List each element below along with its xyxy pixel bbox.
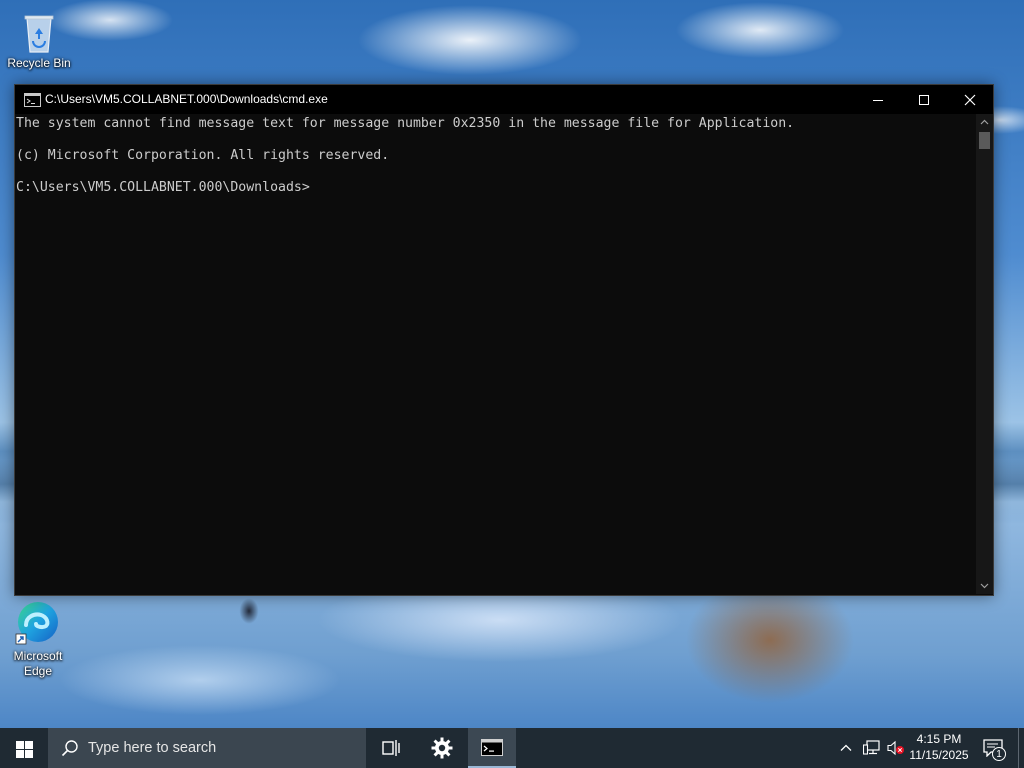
wallpaper-figure: [236, 594, 262, 628]
cmd-taskbar-button[interactable]: [468, 728, 516, 768]
network-tray-button[interactable]: [859, 728, 883, 768]
desktop-icon-recycle-bin[interactable]: Recycle Bin: [3, 6, 75, 71]
task-view-icon: [382, 740, 400, 756]
edge-label: Microsoft Edge: [13, 649, 63, 678]
windows-logo-icon: [16, 741, 33, 758]
console-line: (c) Microsoft Corporation. All rights re…: [16, 148, 390, 163]
cmd-window[interactable]: C:\Users\VM5.COLLABNET.000\Downloads\cmd…: [14, 84, 994, 596]
start-button[interactable]: [0, 728, 48, 768]
window-title: C:\Users\VM5.COLLABNET.000\Downloads\cmd…: [45, 92, 328, 106]
chevron-up-icon: [840, 744, 852, 751]
network-icon: [863, 740, 880, 755]
volume-muted-icon: [887, 740, 904, 756]
show-hidden-icons-button[interactable]: [835, 728, 859, 768]
settings-icon: [431, 737, 453, 759]
close-button[interactable]: [947, 85, 993, 114]
show-desktop-button[interactable]: [1018, 728, 1024, 768]
cmd-app-icon: [24, 93, 41, 107]
scroll-up-button[interactable]: [976, 114, 993, 131]
minimize-button[interactable]: [855, 85, 901, 114]
volume-tray-button[interactable]: [883, 728, 907, 768]
clock-date: 11/15/2025: [909, 748, 969, 762]
scroll-down-button[interactable]: [976, 577, 993, 594]
search-icon: [61, 740, 78, 757]
maximize-button[interactable]: [901, 85, 947, 114]
edge-icon: [14, 598, 62, 646]
taskbar-search-box[interactable]: Type here to search: [48, 728, 366, 768]
settings-taskbar-button[interactable]: [418, 728, 466, 768]
console-line: The system cannot find message text for …: [16, 116, 795, 131]
vertical-scrollbar[interactable]: [976, 114, 993, 594]
console-prompt[interactable]: C:\Users\VM5.COLLABNET.000\Downloads>: [16, 180, 975, 196]
search-placeholder: Type here to search: [88, 740, 217, 756]
taskbar-clock[interactable]: 4:15 PM 11/15/2025: [906, 731, 972, 763]
recycle-bin-label: Recycle Bin: [7, 56, 71, 70]
notification-count-badge: 1: [992, 747, 1006, 761]
console-output[interactable]: The system cannot find message text for …: [15, 114, 975, 594]
action-center-button[interactable]: 1: [980, 728, 1008, 768]
scroll-thumb[interactable]: [979, 132, 990, 149]
cmd-title-bar[interactable]: C:\Users\VM5.COLLABNET.000\Downloads\cmd…: [15, 85, 993, 114]
task-view-button[interactable]: [368, 728, 416, 768]
recycle-bin-icon: [19, 10, 59, 54]
cmd-icon: [481, 739, 503, 756]
desktop-icon-microsoft-edge[interactable]: Microsoft Edge: [2, 598, 74, 679]
clock-time: 4:15 PM: [916, 732, 962, 746]
taskbar: Type here to search 4:15 PM 11/15/2025 1: [0, 728, 1024, 768]
